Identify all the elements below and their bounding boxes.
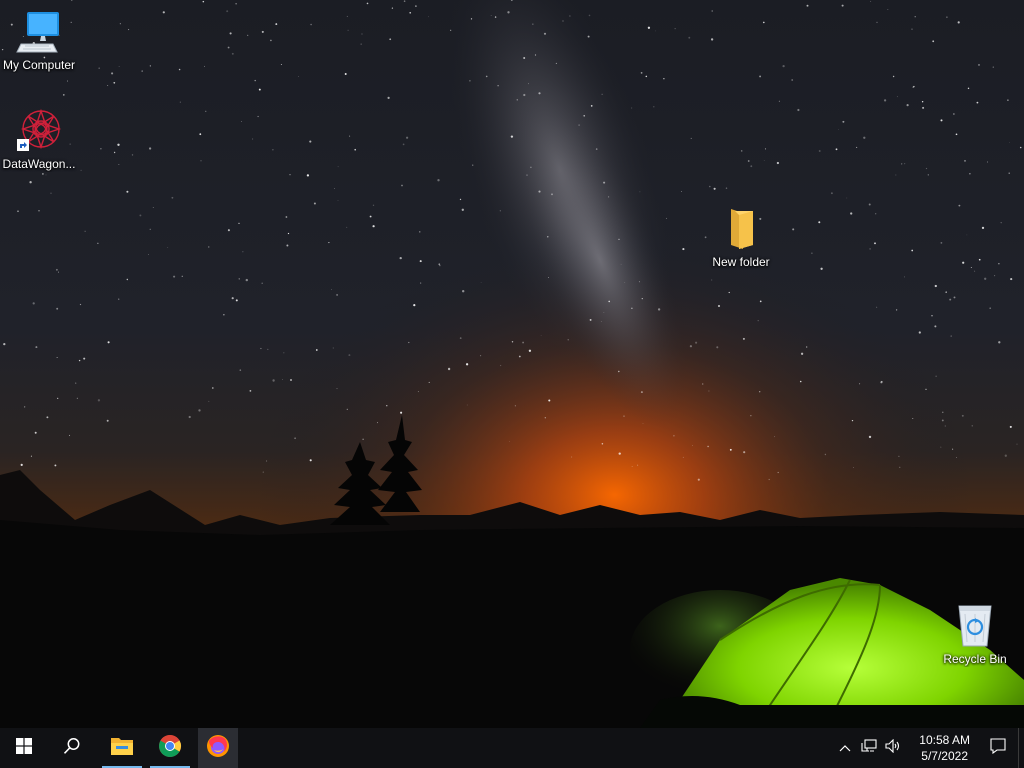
- taskbar-app-firefox[interactable]: [198, 728, 238, 768]
- search-icon: [63, 737, 81, 760]
- search-button[interactable]: [48, 728, 96, 768]
- windows-logo-icon: [16, 737, 32, 759]
- computer-icon: [15, 8, 63, 56]
- show-hidden-icons-button[interactable]: [833, 728, 857, 768]
- datawagon-shortcut-icon: [15, 107, 63, 155]
- action-center-button[interactable]: [978, 728, 1018, 768]
- system-tray: 10:58 AM 5/7/2022: [833, 728, 1024, 768]
- firefox-icon: [206, 734, 230, 763]
- desktop-wallpaper: [0, 0, 1024, 728]
- clock-time: 10:58 AM: [919, 733, 970, 747]
- volume-icon: [885, 738, 901, 758]
- network-icon: [861, 738, 877, 758]
- desktop-icon-label: Recycle Bin: [943, 652, 1007, 666]
- network-button[interactable]: [857, 728, 881, 768]
- chrome-icon: [158, 734, 182, 763]
- desktop-icon-datawagon[interactable]: DataWagon...: [1, 107, 77, 172]
- desktop-icon-recycle-bin[interactable]: Recycle Bin: [937, 602, 1013, 667]
- folder-icon: [717, 205, 765, 253]
- taskbar-app-chrome[interactable]: [150, 728, 190, 768]
- clock-date: 5/7/2022: [921, 749, 968, 763]
- desktop-icon-new-folder[interactable]: New folder: [703, 205, 779, 270]
- start-button[interactable]: [0, 728, 48, 768]
- chevron-up-icon: [839, 739, 851, 757]
- desktop-icon-my-computer[interactable]: My Computer: [1, 8, 77, 73]
- taskbar: 10:58 AM 5/7/2022: [0, 728, 1024, 768]
- notification-icon: [990, 737, 1006, 759]
- desktop-icon-label: DataWagon...: [2, 157, 76, 171]
- desktop-icon-label: New folder: [712, 255, 770, 269]
- volume-button[interactable]: [881, 728, 905, 768]
- show-desktop-button[interactable]: [1018, 728, 1024, 768]
- taskbar-clock[interactable]: 10:58 AM 5/7/2022: [911, 732, 978, 764]
- desktop-icon-label: My Computer: [2, 58, 76, 72]
- file-explorer-icon: [110, 734, 134, 763]
- taskbar-app-file-explorer[interactable]: [102, 728, 142, 768]
- recycle-bin-icon: [951, 602, 999, 650]
